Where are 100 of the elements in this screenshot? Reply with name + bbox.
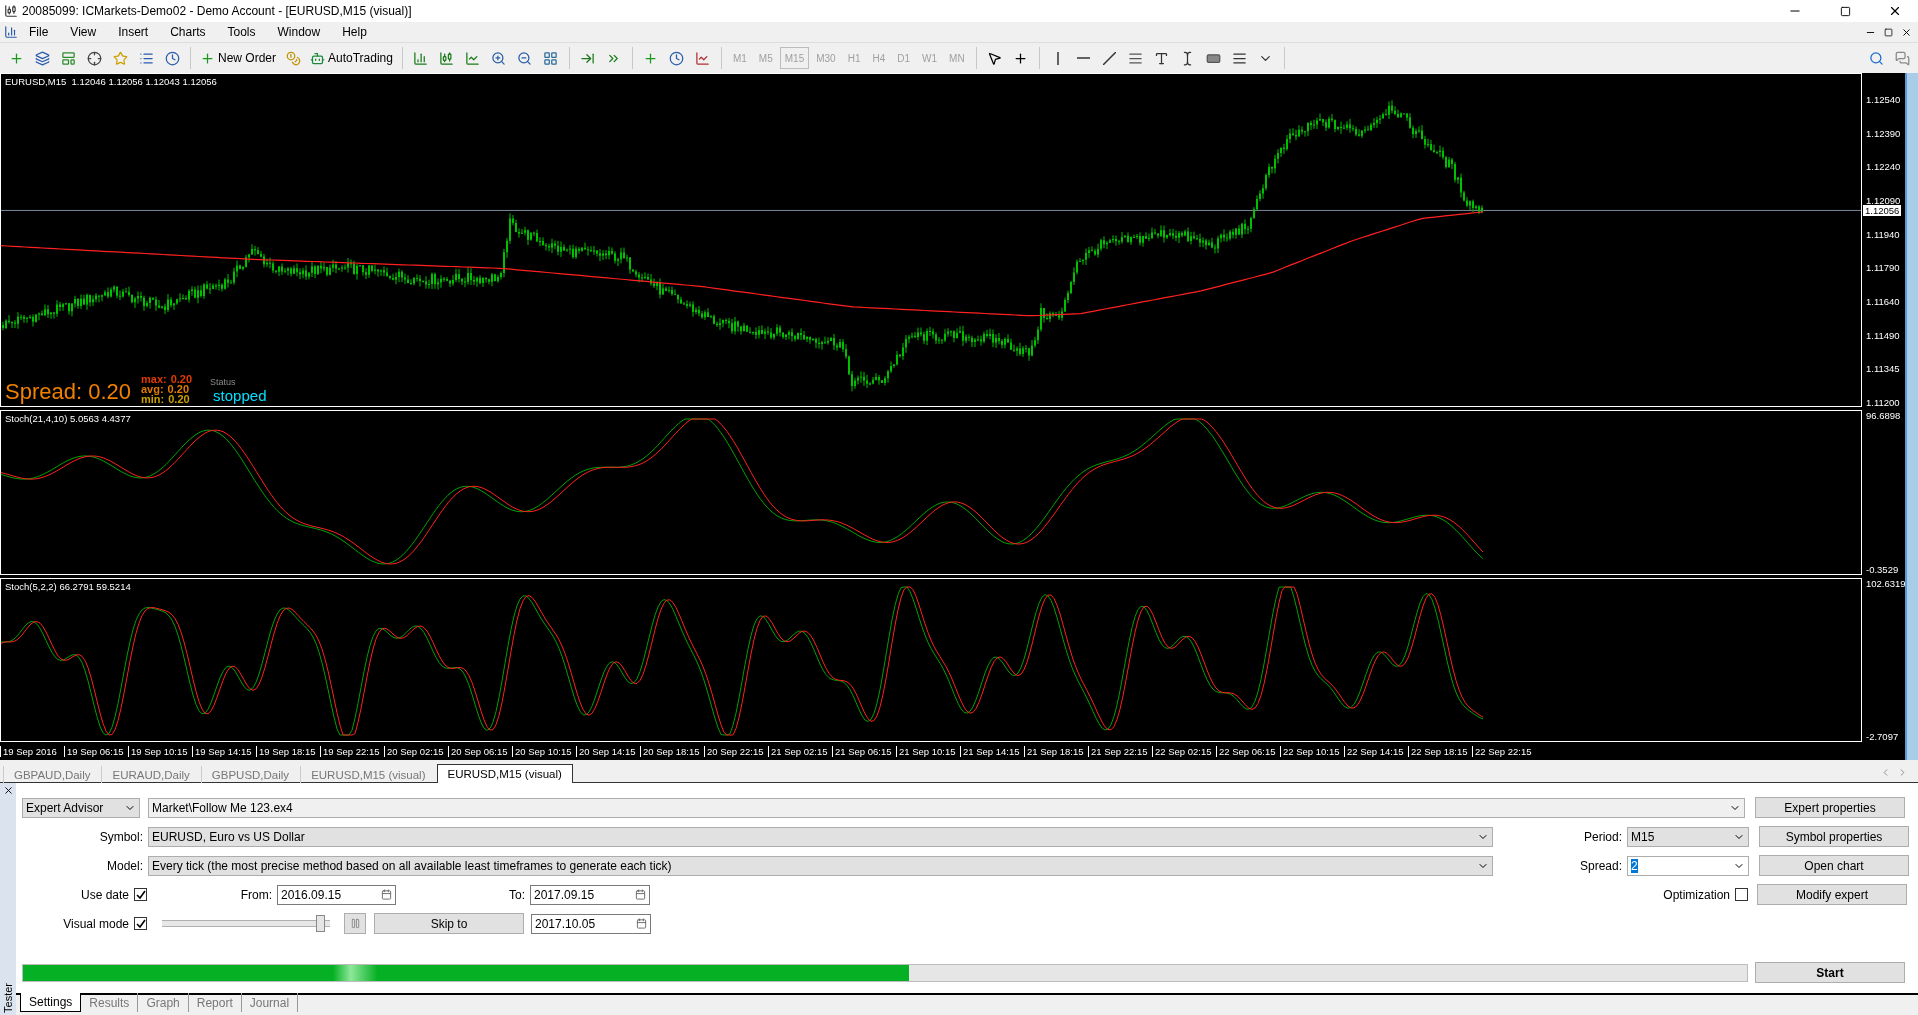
visual-mode-checkbox[interactable] — [134, 917, 147, 930]
new-order-button[interactable]: New Order — [197, 46, 279, 70]
price-label: 1.12090 — [1866, 195, 1901, 206]
price-label: 1.11200 — [1866, 397, 1900, 408]
plus-icon — [643, 50, 659, 66]
time-label: 19 Sep 10:15 — [128, 745, 192, 757]
price-label: 1.12540 — [1866, 94, 1901, 105]
expert-type-dropdown[interactable]: Expert Advisor — [22, 797, 140, 818]
grid-icon — [543, 50, 559, 66]
calendar-icon — [381, 889, 392, 900]
close-icon[interactable] — [1901, 26, 1912, 38]
close-icon — [1888, 4, 1902, 18]
open-chart-button[interactable]: Open chart — [1759, 855, 1909, 876]
line-chart-icon — [465, 50, 481, 66]
modify-expert-button[interactable]: Modify expert — [1757, 884, 1907, 905]
menu-item[interactable]: File — [18, 25, 60, 39]
time-label: 21 Sep 22:15 — [1088, 745, 1152, 757]
skip-to-button[interactable]: Skip to — [374, 913, 524, 934]
window-title: 20085099: ICMarkets-Demo02 - Demo Account - [EURUSD,M15 (visual)] — [22, 4, 413, 18]
price-label: 1.12390 — [1866, 127, 1901, 139]
time-label: 22 Sep 22:15 — [1472, 745, 1536, 757]
menu-item[interactable]: Help — [331, 25, 378, 39]
lines-icon — [1232, 50, 1248, 66]
price-label: 1.11940 — [1866, 228, 1900, 240]
chart-tab[interactable]: EURUSD,M15 (visual) — [436, 764, 573, 783]
zoom-out-icon — [517, 50, 533, 66]
symbol-dropdown[interactable]: EURUSD, Euro vs US Dollar — [148, 826, 1493, 847]
app-logo-icon — [4, 4, 18, 18]
horizontal-line-icon — [1077, 57, 1091, 59]
menu-item[interactable]: View — [59, 25, 108, 39]
slider-thumb[interactable] — [316, 915, 326, 932]
time-label: 21 Sep 06:15 — [832, 745, 896, 757]
skip-date-field[interactable]: 2017.10.05 — [531, 913, 651, 934]
start-button[interactable]: Start — [1755, 962, 1905, 983]
time-label: 22 Sep 10:15 — [1280, 745, 1344, 757]
time-label: 21 Sep 18:15 — [1024, 745, 1088, 757]
search-icon — [1868, 50, 1884, 66]
spread-label: Spread: — [1578, 858, 1623, 873]
spread-field[interactable]: 2 — [1627, 855, 1749, 876]
time-label: 21 Sep 14:15 — [960, 745, 1024, 757]
tester-tab[interactable]: Report — [188, 993, 242, 1012]
symbol-properties-button[interactable]: Symbol properties — [1759, 826, 1909, 847]
from-date-field[interactable]: 2016.09.15 — [277, 884, 396, 905]
clock-icon — [669, 50, 685, 66]
tester-tab[interactable]: Journal — [241, 993, 299, 1012]
tester-label: Tester — [2, 983, 14, 1013]
pause-icon — [349, 918, 361, 929]
price-label: 1.11345 — [1866, 363, 1900, 375]
cursor-icon — [987, 50, 1003, 66]
menu-item[interactable]: Charts — [159, 25, 217, 39]
line-chart-icon — [695, 50, 711, 66]
model-dropdown[interactable]: Every tick (the most precise method based on all available least timeframes to generate each tick) — [148, 855, 1493, 876]
to-date-field[interactable]: 2017.09.15 — [530, 884, 650, 905]
use-date-label: Use date — [79, 887, 130, 902]
scale-label: 96.6898 — [1866, 410, 1901, 421]
restore-icon[interactable] — [1884, 27, 1893, 37]
expert-properties-button[interactable]: Expert properties — [1755, 797, 1905, 818]
from-label: From: — [239, 887, 273, 902]
crosshair-icon — [86, 50, 102, 66]
time-label: 19 Sep 06:15 — [64, 745, 128, 757]
time-label: 20 Sep 06:15 — [448, 745, 512, 757]
new-chart-icon — [8, 50, 24, 66]
expert-dropdown[interactable]: Market\Follow Me 123.ex4 — [148, 797, 1745, 818]
period-label: Period: — [1582, 829, 1623, 844]
menu-item[interactable]: Window — [266, 25, 332, 39]
model-label: Model: — [105, 858, 144, 873]
status-value: stopped — [212, 387, 267, 404]
spread-stat-value: 0.20 — [167, 384, 190, 394]
use-date-checkbox[interactable] — [134, 888, 147, 901]
profiles-icon — [34, 50, 50, 66]
time-label: 22 Sep 14:15 — [1344, 745, 1408, 757]
time-label: 20 Sep 10:15 — [512, 745, 576, 757]
chart-window-icon[interactable] — [4, 25, 18, 39]
menu-item[interactable]: Insert — [107, 25, 160, 39]
candlestick-icon — [439, 50, 455, 66]
menu-item[interactable]: Tools — [216, 25, 267, 39]
tester-tab[interactable]: Settings — [20, 993, 82, 1012]
tester-tab[interactable]: Graph — [138, 993, 189, 1012]
time-label: 21 Sep 10:15 — [896, 745, 960, 757]
scale-label: 102.6319 — [1866, 578, 1906, 589]
indicator-title: Stoch(21,4,10) 5.0563 4.4377 — [5, 413, 131, 424]
tester-tab[interactable]: Results — [81, 993, 139, 1012]
time-label: 19 Sep 22:15 — [320, 745, 384, 757]
period-dropdown[interactable]: M15 — [1627, 826, 1749, 847]
vertical-scrollbar[interactable] — [1905, 73, 1918, 760]
robot-icon — [310, 50, 325, 66]
zoom-in-icon — [491, 50, 507, 66]
optimization-checkbox[interactable] — [1735, 888, 1748, 901]
price-label: 1.11790 — [1866, 262, 1900, 274]
spread-stat-value: 0.20 — [170, 374, 193, 384]
spread-readout: Spread: 0.20 — [5, 380, 131, 404]
time-label: 20 Sep 18:15 — [640, 745, 704, 757]
time-label: 19 Sep 2016 — [0, 745, 64, 757]
autotrading-button[interactable]: AutoTrading — [307, 46, 396, 70]
scale-label: -0.3529 — [1866, 564, 1899, 575]
restore-icon — [1839, 5, 1851, 17]
list-icon — [138, 50, 154, 66]
chat-icon — [1894, 50, 1910, 66]
time-label: 21 Sep 02:15 — [768, 745, 832, 757]
close-icon[interactable] — [2, 785, 14, 796]
